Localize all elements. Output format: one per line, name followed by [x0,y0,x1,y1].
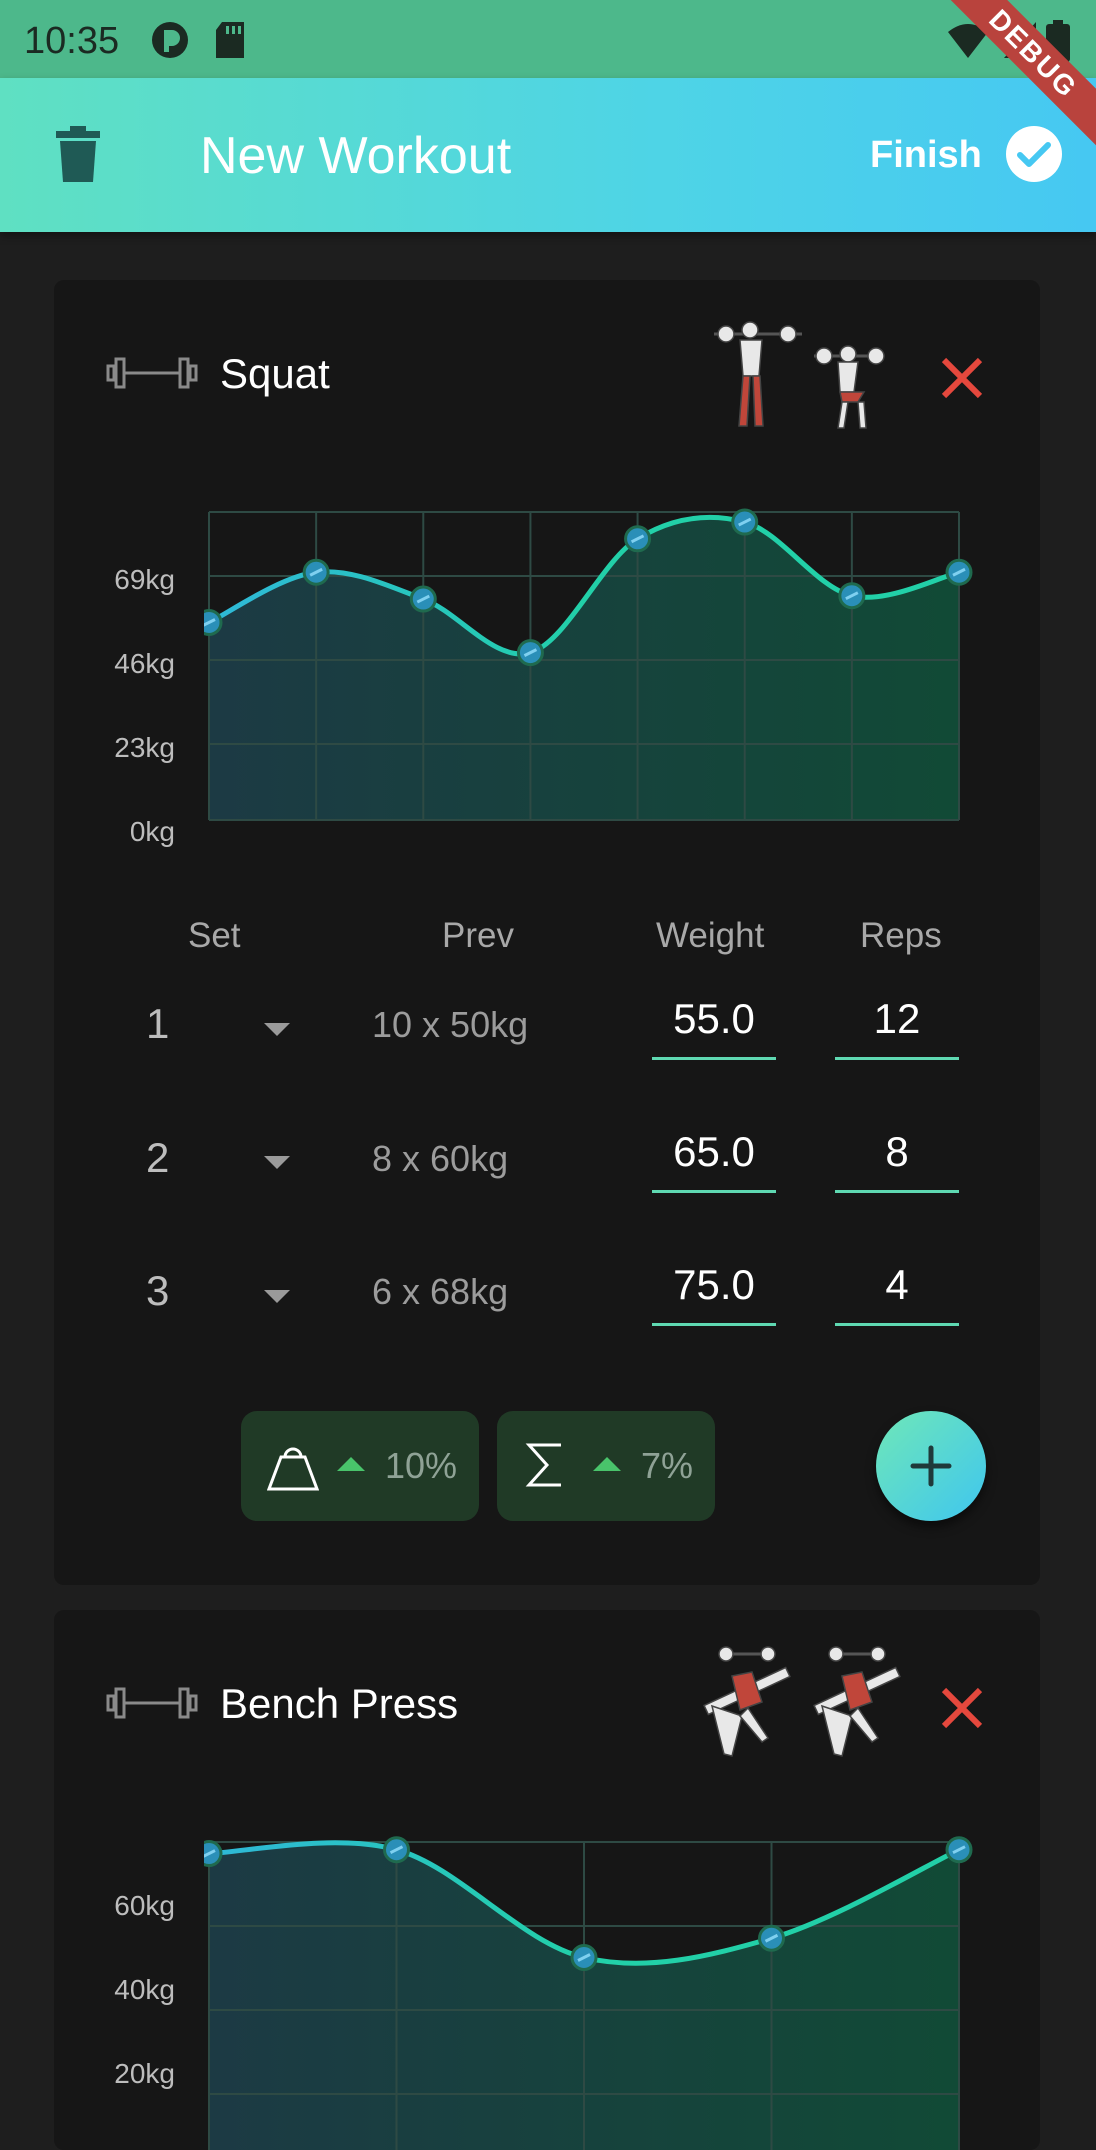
column-header-weight: Weight [656,916,765,955]
weight-input[interactable] [652,980,776,1060]
set-type-dropdown-icon[interactable] [264,1290,290,1303]
set-number: 3 [146,1267,170,1314]
set-type-dropdown-icon[interactable] [264,1156,290,1169]
y-tick-label: 0kg [129,816,175,847]
column-header-prev: Prev [442,916,514,955]
exercise-card-bench-press: Bench Press 60kg 40kg 20kg [54,1610,1040,2150]
reps-input[interactable] [835,1113,959,1193]
weight-input[interactable] [652,1113,776,1193]
y-tick-label: 40kg [114,1974,175,2005]
reps-input[interactable] [835,980,959,1060]
add-set-button[interactable] [876,1411,986,1521]
trash-icon[interactable] [56,126,100,187]
weight-change-value: 10% [385,1445,458,1486]
volume-change-chip: 7% [497,1411,715,1521]
weight-input[interactable] [652,1246,776,1326]
exercise-name: Bench Press [220,1680,459,1727]
dumbbell-icon [106,1686,198,1725]
y-tick-label: 23kg [114,732,175,763]
set-number: 1 [146,1000,170,1047]
plus-icon [910,1445,952,1487]
bench-press-illustration-icon [692,1646,914,1771]
finish-button[interactable]: Finish [870,134,982,177]
volume-change-value: 7% [641,1445,694,1486]
increase-arrow-icon [593,1457,621,1471]
set-number: 2 [146,1134,170,1181]
remove-exercise-close-icon[interactable] [940,356,984,405]
set-type-dropdown-icon[interactable] [264,1023,290,1036]
status-bar: 10:35 [0,0,1096,78]
y-tick-label: 60kg [114,1890,175,1921]
y-tick-label: 46kg [114,648,175,679]
bench-press-weight-chart [204,1836,973,2150]
app-bar: New Workout Finish [0,78,1096,232]
sum-sigma-icon [525,1441,565,1498]
check-circle-icon[interactable] [1004,124,1064,189]
remove-exercise-close-icon[interactable] [940,1686,984,1735]
squat-weight-chart [204,508,973,821]
previous-performance: 10 x 50kg [372,1004,529,1045]
dumbbell-icon [106,356,198,395]
y-tick-label: 20kg [114,2058,175,2089]
squat-illustration-icon [706,316,886,441]
app-notification-icon [150,20,190,70]
increase-arrow-icon [337,1457,365,1471]
column-header-set: Set [188,916,241,955]
previous-performance: 6 x 68kg [372,1271,509,1312]
kettlebell-weight-icon [266,1443,320,1500]
status-time: 10:35 [24,20,120,62]
column-header-reps: Reps [860,916,942,955]
previous-performance: 8 x 60kg [372,1138,509,1179]
reps-input[interactable] [835,1246,959,1326]
y-tick-label: 69kg [114,564,175,595]
weight-change-chip: 10% [241,1411,479,1521]
exercise-card-squat: Squat 69kg 46kg 23kg 0kg Set Prev Weight… [54,280,1040,1585]
exercise-name: Squat [220,350,330,397]
page-title: New Workout [200,127,512,185]
sd-card-icon [214,20,246,70]
